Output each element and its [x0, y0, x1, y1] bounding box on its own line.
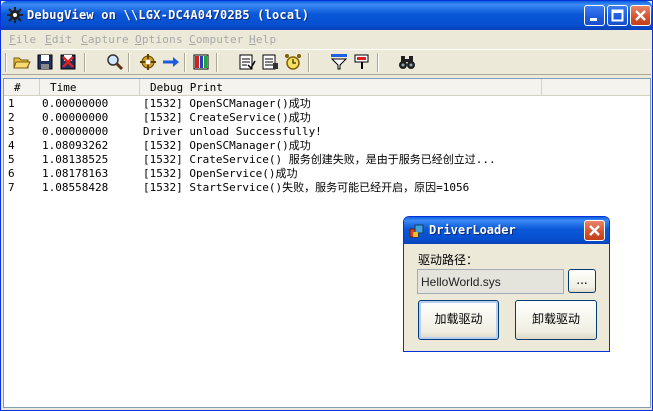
row-print: [1532] CreateService()成功: [143, 111, 311, 124]
find-icon[interactable]: [106, 53, 124, 71]
window-title: DebugView on \\LGX-DC4A04702B5 (local): [27, 8, 310, 22]
minimize-icon: [590, 18, 597, 21]
menu-capture[interactable]: Capture: [81, 33, 129, 46]
open-icon[interactable]: [13, 53, 31, 71]
row-time: 0.00000000: [42, 97, 109, 110]
row-number: 3: [8, 125, 15, 138]
row-number: 4: [8, 139, 15, 152]
row-time: 0.00000000: [42, 125, 109, 138]
save-icon[interactable]: [36, 53, 54, 71]
toolbar-separator: [216, 53, 218, 72]
history-icon[interactable]: [238, 53, 256, 71]
dialog-close-button[interactable]: [584, 220, 605, 241]
row-number: 6: [8, 167, 15, 180]
menu-options[interactable]: Options: [135, 33, 183, 46]
close-icon: [589, 225, 600, 236]
highlight-icon[interactable]: [353, 53, 371, 71]
toolbar-separator: [308, 53, 310, 72]
driver-path-field[interactable]: HelloWorld.sys: [417, 269, 564, 294]
maximize-icon: [611, 9, 624, 22]
close-icon: [635, 10, 646, 21]
row-number: 5: [8, 153, 15, 166]
table-row[interactable]: 2 0.00000000 [1532] CreateService()成功: [4, 111, 650, 125]
clock-time-icon[interactable]: [261, 53, 279, 71]
close-button[interactable]: [630, 5, 651, 26]
title-bar[interactable]: DebugView on \\LGX-DC4A04702B5 (local): [1, 1, 652, 30]
minimize-button[interactable]: [584, 5, 605, 26]
toolbar-separator: [84, 53, 86, 72]
menu-file[interactable]: File: [9, 33, 36, 46]
row-time: 0.00000000: [42, 111, 109, 124]
row-print: Driver unload Successfully!: [143, 125, 322, 138]
row-number: 2: [8, 111, 15, 124]
capture-win32-icon[interactable]: [192, 53, 210, 71]
table-row[interactable]: 7 1.08558428 [1532] StartService()失败，服务可…: [4, 181, 650, 195]
menu-help[interactable]: Help: [249, 33, 276, 46]
row-print: [1532] OpenSCManager()成功: [143, 139, 311, 152]
table-row[interactable]: 5 1.08138525 [1532] CrateService() 服务创建失…: [4, 153, 650, 167]
table-row[interactable]: 4 1.08093262 [1532] OpenSCManager()成功: [4, 139, 650, 153]
row-time: 1.08138525: [42, 153, 109, 166]
table-row[interactable]: 1 0.00000000 [1532] OpenSCManager()成功: [4, 97, 650, 111]
filter-icon[interactable]: [330, 53, 348, 71]
menu-computer[interactable]: Computer: [189, 33, 244, 46]
row-number: 7: [8, 181, 15, 194]
driver-app-icon: [409, 224, 424, 238]
row-print: [1532] StartService()失败，服务可能已经开启，原因=1056: [143, 181, 470, 194]
toolbar-separator: [5, 53, 7, 72]
column-header-number[interactable]: #: [4, 79, 40, 96]
toolbar-separator: [128, 53, 130, 72]
row-time: 1.08178163: [42, 167, 109, 180]
unload-driver-button[interactable]: 卸载驱动: [515, 300, 597, 340]
capture-icon[interactable]: [139, 53, 157, 71]
maximize-button[interactable]: [607, 5, 628, 26]
driver-path-label: 驱动路径：: [418, 253, 479, 267]
row-time: 1.08558428: [42, 181, 109, 194]
row-print: [1532] OpenService()成功: [143, 167, 298, 180]
browse-button[interactable]: ...: [568, 269, 596, 293]
autoscroll-icon[interactable]: [162, 53, 180, 71]
toolbar-separator: [377, 53, 379, 72]
row-print: [1532] CrateService() 服务创建失败，是由于服务已经创立过.…: [143, 153, 496, 166]
load-driver-button[interactable]: 加载驱动: [418, 300, 499, 340]
toolbar: [2, 49, 651, 75]
menu-edit[interactable]: Edit: [45, 33, 72, 46]
binoculars-icon[interactable]: [398, 53, 416, 71]
list-header: # Time Debug Print: [4, 79, 650, 96]
row-number: 1: [8, 97, 15, 110]
column-header-debug-print[interactable]: Debug Print: [140, 79, 542, 96]
row-time: 1.08093262: [42, 139, 109, 152]
list-body: 1 0.00000000 [1532] OpenSCManager()成功 2 …: [4, 97, 650, 195]
row-print: [1532] OpenSCManager()成功: [143, 97, 311, 110]
menu-bar: File Edit Capture Options Computer Help: [2, 30, 651, 49]
gear-bug-icon: [7, 7, 23, 23]
dialog-title: DriverLoader: [429, 223, 516, 237]
driverloader-dialog: DriverLoader 驱动路径： HelloWorld.sys ... 加载…: [403, 216, 610, 352]
table-row[interactable]: 3 0.00000000 Driver unload Successfully!: [4, 125, 650, 139]
alarm-clock-icon[interactable]: [284, 53, 302, 71]
column-header-time[interactable]: Time: [40, 79, 140, 96]
dialog-title-bar[interactable]: DriverLoader: [404, 217, 609, 244]
delete-icon[interactable]: [59, 53, 77, 71]
toolbar-separator: [184, 53, 186, 72]
table-row[interactable]: 6 1.08178163 [1532] OpenService()成功: [4, 167, 650, 181]
